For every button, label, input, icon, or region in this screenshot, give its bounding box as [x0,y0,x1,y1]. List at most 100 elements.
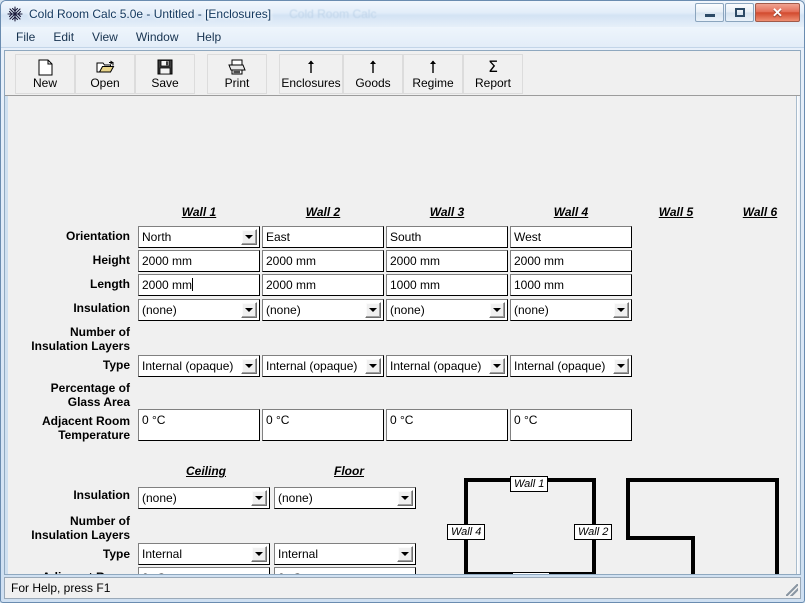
toolbar-report-button[interactable]: Σ Report [463,54,523,94]
toolbar-group-print: Print [207,54,267,94]
minimize-button[interactable] [695,3,724,22]
insulation-wall-1-value: (none) [142,303,177,317]
title-bar: Cold Room Calc 5.0e - Untitled - [Enclos… [1,1,804,27]
length-wall-1-value: 2000 mm [142,278,193,292]
adjacent-temp-floor-field[interactable]: 0 °C [274,567,416,574]
label-adjacent-temp-line1: Adjacent Room [41,414,130,428]
chevron-down-icon[interactable] [397,490,413,506]
insulation-wall-3-combobox[interactable]: (none) [386,299,508,321]
type-wall-4-combobox[interactable]: Internal (opaque) [510,355,632,377]
chevron-down-icon[interactable] [241,358,257,374]
insulation-ceiling-combobox[interactable]: (none) [138,487,270,509]
adjacent-temp-wall-3-field[interactable]: 0 °C [386,409,508,441]
length-wall-4-value: 1000 mm [514,278,565,292]
toolbar-regime-button[interactable]: Regime [403,54,463,94]
chevron-down-icon[interactable] [251,546,267,562]
height-wall-2-field[interactable]: 2000 mm [262,250,384,272]
room-plan-l-shape[interactable] [620,474,790,574]
menu-item-edit[interactable]: Edit [44,28,83,46]
menu-bar: File Edit View Window Help [1,27,804,48]
orientation-wall-3-field[interactable]: South [386,226,508,248]
diagram-label-wall-3: Wall 3 [512,572,551,574]
length-wall-3-field[interactable]: 1000 mm [386,274,508,296]
insulation-ceiling-value: (none) [142,491,177,505]
up-arrow-icon [306,58,316,76]
chevron-down-icon[interactable] [489,358,505,374]
label-length: Length [90,277,130,291]
orientation-wall-2-field[interactable]: East [262,226,384,248]
column-header-wall-5: Wall 5 [658,205,694,219]
adjacent-temp-wall-1-value: 0 °C [142,413,166,427]
height-wall-1-field[interactable]: 2000 mm [138,250,260,272]
insulation-wall-1-combobox[interactable]: (none) [138,299,260,321]
toolbar-goods-button[interactable]: Goods [343,54,403,94]
toolbar-new-button[interactable]: New [15,54,75,94]
snowflake-icon [7,6,23,22]
column-header-wall-6: Wall 6 [742,205,778,219]
height-wall-3-field[interactable]: 2000 mm [386,250,508,272]
chevron-down-icon[interactable] [251,490,267,506]
toolbar-new-label: New [32,76,57,90]
insulation-wall-4-combobox[interactable]: (none) [510,299,632,321]
column-header-floor: Floor [334,464,364,478]
resize-gripper[interactable] [786,584,798,596]
type-wall-4-value: Internal (opaque) [514,359,606,373]
menu-item-view[interactable]: View [83,28,127,46]
chevron-down-icon[interactable] [613,302,629,318]
label-type: Type [102,358,130,372]
enclosures-form: Wall 1 Wall 2 Wall 3 Wall 4 Wall 5 Wall … [8,96,800,574]
chevron-down-icon[interactable] [241,229,257,245]
chevron-down-icon[interactable] [489,302,505,318]
column-header-ceiling: Ceiling [185,464,226,478]
toolbar-report-label: Report [474,76,512,90]
type-wall-1-combobox[interactable]: Internal (opaque) [138,355,260,377]
insulation-floor-combobox[interactable]: (none) [274,487,416,509]
toolbar-save-label: Save [151,76,179,90]
height-wall-2-value: 2000 mm [266,254,317,268]
toolbar-open-button[interactable]: Open [75,54,135,94]
adjacent-temp-ceiling-field[interactable]: 0 °C [138,567,270,574]
minimize-icon [704,13,715,17]
label-surface-adjacent-line1: Adjacent Room [8,570,130,574]
toolbar-print-button[interactable]: Print [207,54,267,94]
column-header-wall-4: Wall 4 [553,205,589,219]
document-vertical-scroll-gutter[interactable] [796,96,800,574]
chevron-down-icon[interactable] [365,302,381,318]
chevron-down-icon[interactable] [613,358,629,374]
toolbar-goods-label: Goods [355,76,391,90]
toolbar-enclosures-button[interactable]: Enclosures [279,54,343,94]
orientation-wall-1-combobox[interactable]: North [138,226,260,248]
height-wall-4-field[interactable]: 2000 mm [510,250,632,272]
text-caret [192,278,194,291]
adjacent-temp-wall-2-field[interactable]: 0 °C [262,409,384,441]
close-button[interactable]: ✕ [755,3,800,22]
menu-item-window[interactable]: Window [127,28,188,46]
chevron-down-icon[interactable] [241,302,257,318]
maximize-button[interactable] [725,3,754,22]
type-wall-3-combobox[interactable]: Internal (opaque) [386,355,508,377]
length-wall-4-field[interactable]: 1000 mm [510,274,632,296]
length-wall-1-field[interactable]: 2000 mm [138,274,260,296]
length-wall-2-field[interactable]: 2000 mm [262,274,384,296]
label-surface-layers-line2: Insulation Layers [31,528,130,542]
form-panel: Wall 1 Wall 2 Wall 3 Wall 4 Wall 5 Wall … [8,96,800,574]
column-header-wall-3: Wall 3 [429,205,465,219]
orientation-wall-4-value: West [514,230,542,244]
type-wall-3-value: Internal (opaque) [390,359,482,373]
label-number-of-layers-line2: Insulation Layers [31,339,130,353]
chevron-down-icon[interactable] [397,546,413,562]
adjacent-temp-wall-1-field[interactable]: 0 °C [138,409,260,441]
orientation-wall-4-field[interactable]: West [510,226,632,248]
type-floor-combobox[interactable]: Internal [274,543,416,565]
adjacent-temp-wall-3-value: 0 °C [390,413,414,427]
adjacent-temp-wall-4-field[interactable]: 0 °C [510,409,632,441]
insulation-floor-value: (none) [278,491,313,505]
menu-item-file[interactable]: File [7,28,44,46]
insulation-wall-2-combobox[interactable]: (none) [262,299,384,321]
toolbar-save-button[interactable]: Save [135,54,195,94]
type-ceiling-combobox[interactable]: Internal [138,543,270,565]
menu-item-help[interactable]: Help [188,28,231,46]
type-wall-2-combobox[interactable]: Internal (opaque) [262,355,384,377]
chevron-down-icon[interactable] [365,358,381,374]
client-area: New Open Save Print Enclosures Goods Reg… [4,50,801,575]
